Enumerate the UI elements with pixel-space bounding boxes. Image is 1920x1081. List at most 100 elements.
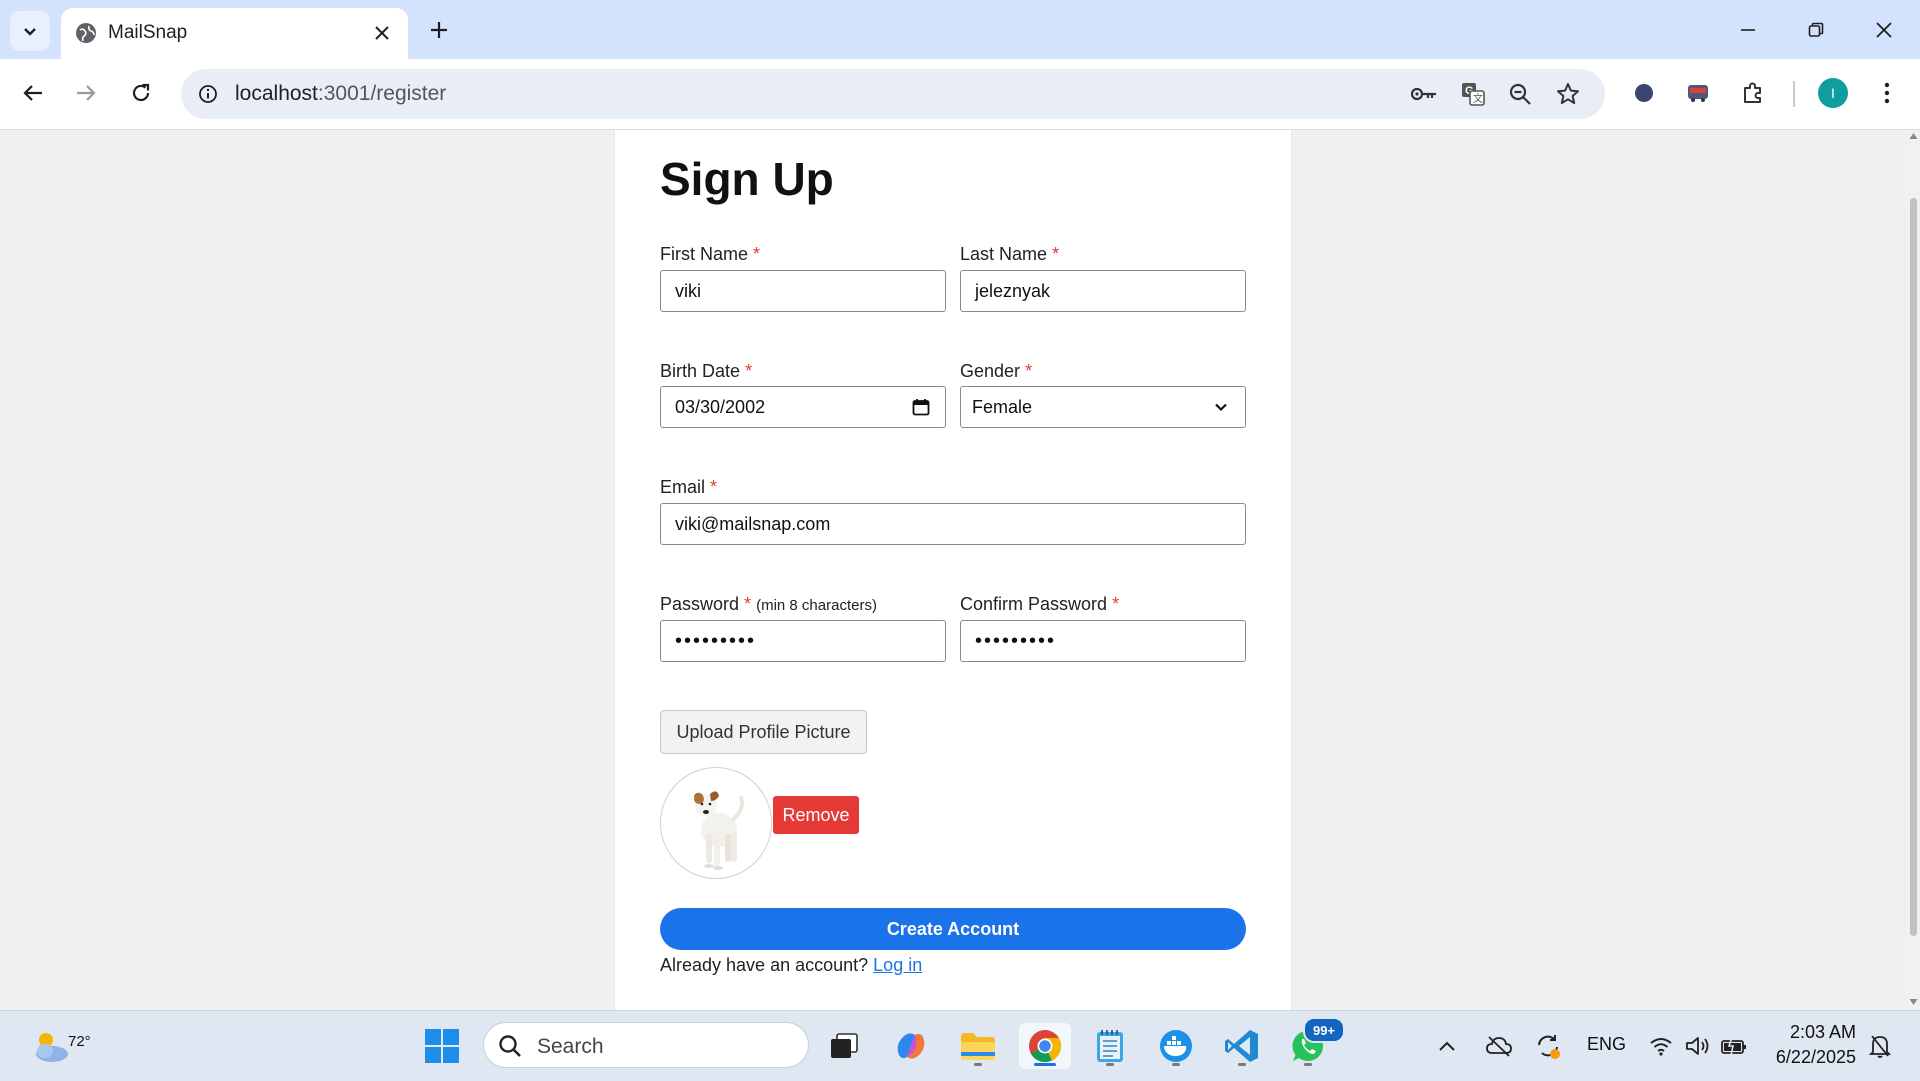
password-manager-button[interactable]: [1407, 77, 1441, 111]
address-bar[interactable]: localhost:3001/register G文: [181, 69, 1605, 119]
zoom-button[interactable]: [1503, 77, 1537, 111]
toolbar-divider: [1793, 81, 1795, 107]
birth-date-label-text: Birth Date: [660, 361, 741, 381]
birth-date-input[interactable]: 03/30/2002: [660, 386, 946, 428]
login-prompt: Already have an account? Log in: [660, 955, 922, 976]
plus-icon: [431, 22, 447, 38]
create-account-button[interactable]: Create Account: [660, 908, 1246, 950]
sync-tray-icon[interactable]: [1530, 1023, 1566, 1069]
chevron-down-icon: [1215, 403, 1227, 412]
extensions-menu-button[interactable]: [1733, 73, 1773, 113]
browser-menu-button[interactable]: [1867, 73, 1907, 113]
site-info-button[interactable]: [191, 77, 225, 111]
restore-icon: [1808, 22, 1824, 37]
signup-card: Sign Up First Name * viki Last Name * je…: [615, 130, 1291, 1010]
browser-tab[interactable]: MailSnap: [61, 8, 408, 59]
close-icon: [375, 26, 389, 40]
svg-text:文: 文: [1473, 92, 1483, 105]
gender-label-text: Gender: [960, 361, 1021, 381]
volume-tray-icon[interactable]: [1681, 1023, 1715, 1069]
chevron-up-icon: [1439, 1041, 1455, 1051]
task-view-icon: [831, 1033, 858, 1058]
battery-tray-icon[interactable]: [1717, 1023, 1751, 1069]
restore-button[interactable]: [1782, 0, 1850, 59]
system-clock[interactable]: 2:03 AM 6/22/2025: [1764, 1020, 1856, 1070]
reload-button[interactable]: [121, 73, 161, 113]
password-label-text: Password: [660, 594, 740, 614]
first-name-value: viki: [675, 280, 701, 301]
chrome-taskbar-button[interactable]: [1019, 1023, 1071, 1069]
sync-icon: [1538, 1035, 1560, 1059]
start-button[interactable]: [419, 1023, 465, 1069]
scroll-down-arrow-icon[interactable]: [1909, 998, 1918, 1006]
scrollbar-thumb[interactable]: [1910, 198, 1917, 936]
upload-profile-picture-button[interactable]: Upload Profile Picture: [660, 710, 867, 754]
url-path: :3001/register: [317, 82, 447, 105]
birth-date-value: 03/30/2002: [675, 396, 766, 417]
folder-icon: [961, 1033, 995, 1060]
gender-select[interactable]: Female: [960, 386, 1246, 428]
first-name-label: First Name *: [660, 244, 760, 265]
whatsapp-unread-badge: 99+: [1303, 1017, 1345, 1043]
confirm-password-input[interactable]: •••••••••: [960, 620, 1246, 662]
active-indicator: [1034, 1063, 1056, 1066]
last-name-label-text: Last Name: [960, 244, 1048, 264]
last-name-input[interactable]: jeleznyak: [960, 270, 1246, 312]
url-host: localhost: [235, 82, 318, 105]
forward-button[interactable]: [66, 73, 106, 113]
tab-close-button[interactable]: [368, 19, 396, 47]
remove-picture-button[interactable]: Remove: [773, 796, 859, 834]
language-indicator[interactable]: ENG: [1587, 1034, 1626, 1055]
extension-button-1[interactable]: [1624, 73, 1664, 113]
notification-center-button[interactable]: [1863, 1023, 1897, 1069]
task-view-button[interactable]: [821, 1023, 867, 1069]
birth-date-label: Birth Date *: [660, 361, 752, 382]
onedrive-tray-icon[interactable]: [1481, 1023, 1517, 1069]
kebab-menu-icon: [1884, 82, 1890, 104]
required-asterisk: *: [710, 477, 718, 497]
scroll-up-arrow-icon[interactable]: [1909, 132, 1918, 140]
running-indicator: [974, 1063, 982, 1066]
password-input[interactable]: •••••••••: [660, 620, 946, 662]
bookmark-button[interactable]: [1551, 77, 1585, 111]
notepad-button[interactable]: [1087, 1023, 1133, 1069]
new-tab-button[interactable]: [421, 12, 457, 48]
login-link[interactable]: Log in: [873, 955, 922, 975]
tab-strip: MailSnap: [0, 0, 1920, 59]
file-explorer-button[interactable]: [955, 1023, 1001, 1069]
tab-search-button[interactable]: [10, 11, 50, 51]
taskbar-search[interactable]: Search: [483, 1022, 809, 1068]
calendar-picker-button[interactable]: [911, 397, 931, 417]
show-hidden-icons-button[interactable]: [1430, 1023, 1464, 1069]
first-name-input[interactable]: viki: [660, 270, 946, 312]
site-info-icon: [199, 85, 217, 103]
extension-dot-icon: [1635, 84, 1653, 102]
back-button[interactable]: [13, 73, 53, 113]
gender-dropdown-arrow: [1211, 397, 1231, 417]
login-prompt-text: Already have an account?: [660, 955, 869, 975]
notepad-icon: [1097, 1030, 1123, 1062]
extension-button-2[interactable]: [1678, 73, 1718, 113]
browser-toolbar: localhost:3001/register G文 I: [0, 59, 1920, 130]
last-name-label: Last Name *: [960, 244, 1059, 265]
minimize-button[interactable]: [1714, 0, 1782, 59]
email-label: Email *: [660, 477, 717, 498]
confirm-password-label-text: Confirm Password: [960, 594, 1108, 614]
docker-button[interactable]: [1153, 1023, 1199, 1069]
clock-date: 6/22/2025: [1775, 1047, 1856, 1067]
email-input[interactable]: viki@mailsnap.com: [660, 503, 1246, 545]
copilot-button[interactable]: [888, 1023, 934, 1069]
close-window-button[interactable]: [1850, 0, 1918, 59]
profile-avatar[interactable]: I: [1818, 78, 1848, 108]
profile-picture-preview: [660, 767, 772, 879]
running-indicator: [1106, 1063, 1114, 1066]
weather-widget[interactable]: 72°: [22, 1023, 91, 1069]
page-scrollbar[interactable]: [1907, 130, 1920, 1010]
url-text[interactable]: localhost:3001/register: [235, 82, 446, 106]
wifi-icon: [1650, 1038, 1672, 1056]
wifi-tray-icon[interactable]: [1644, 1023, 1678, 1069]
windows-taskbar: 72° Search 99+ ENG 2:03 AM 6/22/2025: [0, 1010, 1920, 1081]
vscode-button[interactable]: [1219, 1023, 1265, 1069]
calendar-icon: [912, 399, 930, 416]
translate-button[interactable]: G文: [1456, 77, 1490, 111]
